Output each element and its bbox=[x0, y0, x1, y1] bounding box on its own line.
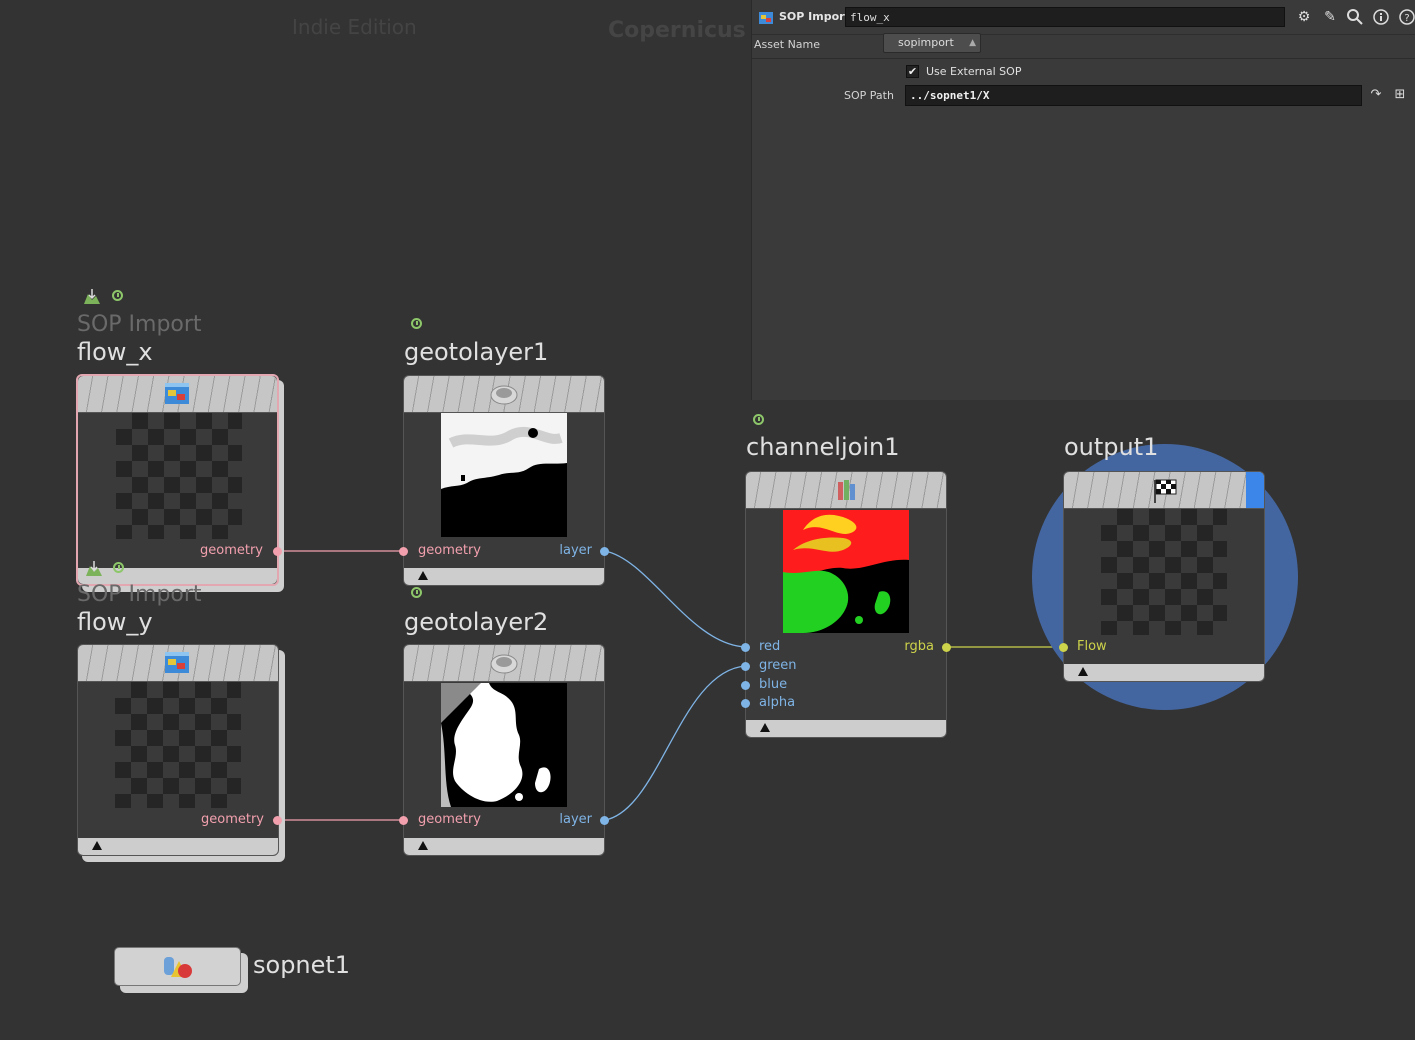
flow-y-node[interactable]: geometry bbox=[77, 644, 279, 856]
output1-preview bbox=[1101, 509, 1227, 635]
expand-icon[interactable] bbox=[760, 723, 770, 732]
sop-import-icon bbox=[759, 12, 773, 24]
flow-y-output-port[interactable] bbox=[273, 816, 282, 825]
flow-y-output-label: geometry bbox=[200, 812, 264, 827]
node-name-field[interactable]: flow_x bbox=[845, 7, 1285, 27]
geotolayer1-input-port[interactable] bbox=[399, 547, 408, 556]
wire-geotolayer1-red bbox=[604, 550, 747, 648]
output1-input-port[interactable] bbox=[1059, 643, 1068, 652]
checkered-flag-icon bbox=[1154, 479, 1177, 503]
geotolayer1-input-label: geometry bbox=[418, 543, 482, 558]
sopnet1-node[interactable] bbox=[114, 947, 241, 986]
flow-y-title: flow_y bbox=[77, 608, 153, 636]
channeljoin1-green-port[interactable] bbox=[741, 662, 750, 671]
wire-geotolayer2-green bbox=[604, 665, 747, 821]
use-external-sop-label: Use External SOP bbox=[926, 65, 1022, 78]
sop-network-icon bbox=[164, 957, 192, 978]
time-dependent-icon bbox=[411, 587, 422, 598]
info-icon[interactable] bbox=[1371, 7, 1391, 27]
sopnet1-title: sopnet1 bbox=[253, 951, 351, 979]
parameter-pane: SOP Import flow_x ⚙ ✎ ? Asset Name sopim… bbox=[751, 0, 1415, 400]
channel-join-icon bbox=[838, 480, 855, 500]
sop-path-label: SOP Path bbox=[844, 89, 894, 102]
geotolayer1-output-port[interactable] bbox=[600, 547, 609, 556]
sop-import-icon bbox=[165, 652, 189, 673]
help-icon[interactable]: ? bbox=[1397, 7, 1415, 27]
channeljoin1-input-blue-label: blue bbox=[759, 677, 788, 692]
time-dependent-icon bbox=[411, 318, 422, 329]
channeljoin1-blue-port[interactable] bbox=[741, 681, 750, 690]
parameter-header: SOP Import flow_x ⚙ ✎ ? bbox=[752, 0, 1415, 35]
flow-x-preview bbox=[116, 413, 242, 539]
time-dependent-icon bbox=[112, 290, 123, 301]
chevron-updown-icon: ▲ bbox=[969, 38, 976, 48]
channeljoin1-red-port[interactable] bbox=[741, 643, 750, 652]
flow-x-output-port[interactable] bbox=[273, 547, 282, 556]
geotolayer2-input-port[interactable] bbox=[399, 816, 408, 825]
asset-name-label: Asset Name bbox=[754, 38, 821, 51]
geotolayer1-title: geotolayer1 bbox=[404, 338, 549, 366]
flow-x-node[interactable]: geometry bbox=[76, 374, 279, 586]
channeljoin1-output-port[interactable] bbox=[942, 643, 951, 652]
search-icon[interactable] bbox=[1345, 7, 1365, 27]
geotolayer1-preview bbox=[441, 413, 567, 537]
channeljoin1-input-alpha-label: alpha bbox=[759, 695, 796, 710]
svg-text:?: ? bbox=[1404, 13, 1409, 24]
time-dependent-icon bbox=[113, 562, 124, 573]
channeljoin1-alpha-port[interactable] bbox=[741, 699, 750, 708]
geo-to-layer-icon bbox=[490, 385, 518, 405]
expand-icon[interactable] bbox=[418, 841, 428, 850]
flow-x-output-label: geometry bbox=[199, 543, 263, 558]
channeljoin1-output-label: rgba bbox=[904, 639, 934, 654]
time-dependent-icon bbox=[753, 414, 764, 425]
asset-name-value: sopimport bbox=[898, 36, 954, 49]
channeljoin1-input-green-label: green bbox=[759, 658, 797, 673]
geotolayer1-output-label: layer bbox=[559, 543, 592, 558]
jump-to-node-icon[interactable]: ↷ bbox=[1367, 86, 1385, 104]
gear-icon[interactable]: ⚙ bbox=[1294, 7, 1314, 27]
output1-input-label: Flow bbox=[1077, 639, 1107, 654]
geotolayer1-node[interactable]: geometry layer bbox=[403, 375, 605, 586]
output1-title: output1 bbox=[1064, 433, 1159, 461]
parameter-node-type: SOP Import bbox=[779, 10, 850, 23]
geo-to-layer-icon bbox=[490, 654, 518, 674]
use-external-sop-checkbox[interactable]: ✔ bbox=[906, 65, 919, 78]
geotolayer2-input-label: geometry bbox=[418, 812, 482, 827]
flow-y-type-label: SOP Import bbox=[77, 582, 202, 607]
flow-x-type-label: SOP Import bbox=[77, 312, 202, 337]
sop-path-input[interactable]: ../sopnet1/X bbox=[905, 85, 1362, 106]
geotolayer2-node[interactable]: geometry layer bbox=[403, 644, 605, 856]
import-flag-icon bbox=[82, 288, 102, 306]
channeljoin1-node[interactable]: red green blue alpha rgba bbox=[745, 471, 947, 738]
geotolayer2-title: geotolayer2 bbox=[404, 608, 549, 636]
display-flag[interactable] bbox=[1246, 472, 1264, 508]
geotolayer2-output-port[interactable] bbox=[600, 816, 609, 825]
parameter-divider bbox=[752, 58, 1415, 59]
channeljoin1-input-red-label: red bbox=[759, 639, 781, 654]
output1-node[interactable]: Flow bbox=[1063, 471, 1265, 682]
import-flag-icon bbox=[84, 560, 104, 578]
expand-icon[interactable] bbox=[92, 841, 102, 850]
channeljoin1-preview bbox=[783, 510, 909, 633]
sop-import-icon bbox=[165, 383, 189, 404]
geotolayer2-preview bbox=[441, 683, 567, 807]
channeljoin1-title: channeljoin1 bbox=[746, 433, 900, 461]
brush-icon[interactable]: ✎ bbox=[1320, 7, 1340, 27]
flow-y-preview bbox=[115, 682, 241, 808]
asset-name-select[interactable]: sopimport ▲ bbox=[883, 33, 981, 53]
node-chooser-icon[interactable]: ⊞ bbox=[1391, 86, 1409, 104]
geotolayer2-output-label: layer bbox=[559, 812, 592, 827]
expand-icon[interactable] bbox=[418, 571, 428, 580]
expand-icon[interactable] bbox=[1078, 667, 1088, 676]
flow-x-title: flow_x bbox=[77, 338, 153, 366]
